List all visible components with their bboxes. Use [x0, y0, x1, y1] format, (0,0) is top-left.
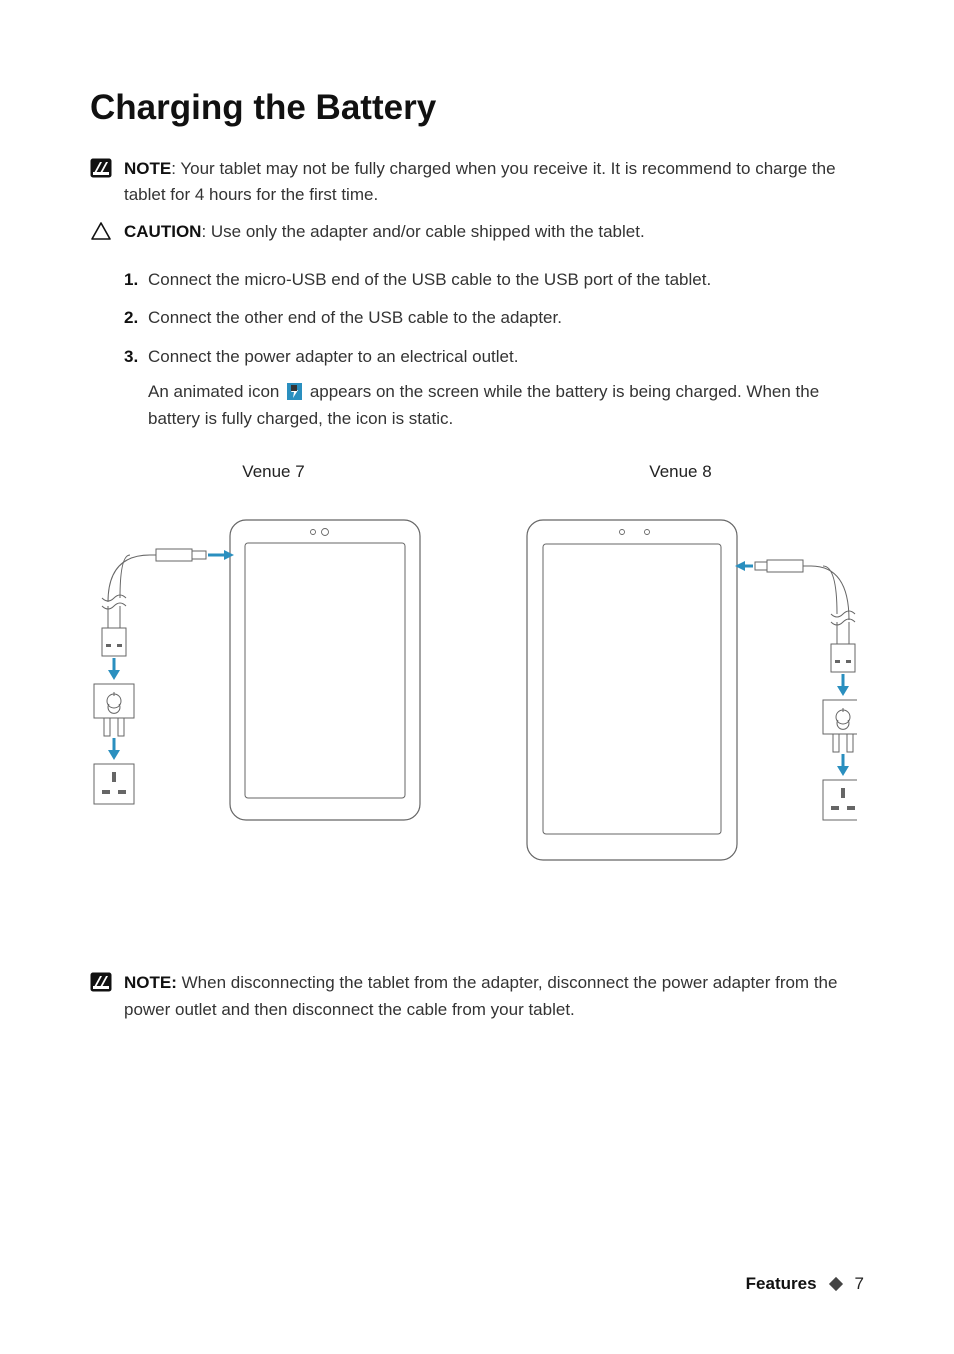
caution-text: CAUTION: Use only the adapter and/or cab… — [124, 219, 864, 245]
step-3: Connect the power adapter to an electric… — [124, 344, 864, 433]
diagram-venue-7: Venue 7 — [90, 462, 457, 870]
step-3-sub-a: An animated icon — [148, 382, 284, 401]
footer-page-number: 7 — [855, 1274, 864, 1294]
note-text: NOTE: Your tablet may not be fully charg… — [124, 156, 864, 209]
note-body: : Your tablet may not be fully charged w… — [124, 159, 836, 204]
diagram-area-left — [90, 510, 457, 870]
note-icon — [90, 156, 124, 178]
step-2: Connect the other end of the USB cable t… — [124, 305, 864, 331]
step-3-text: Connect the power adapter to an electric… — [148, 347, 518, 366]
caution-icon — [90, 219, 124, 241]
note-icon — [90, 970, 124, 992]
caution-callout: CAUTION: Use only the adapter and/or cab… — [90, 219, 864, 245]
page-footer: Features 7 — [746, 1274, 864, 1294]
diagram-venue-8: Venue 8 — [497, 462, 864, 870]
note-callout: NOTE: Your tablet may not be fully charg… — [90, 156, 864, 209]
diagram-label-right: Venue 8 — [649, 462, 711, 482]
note2-text: NOTE: When disconnecting the tablet from… — [124, 970, 864, 1023]
note-callout-2: NOTE: When disconnecting the tablet from… — [90, 970, 864, 1023]
note2-body: When disconnecting the tablet from the a… — [124, 973, 837, 1018]
caution-body: : Use only the adapter and/or cable ship… — [201, 222, 644, 241]
caution-label: CAUTION — [124, 222, 201, 241]
footer-section: Features — [746, 1274, 817, 1294]
diagram-row: Venue 7 — [90, 462, 864, 870]
note-label: NOTE — [124, 159, 171, 178]
step-1: Connect the micro-USB end of the USB cab… — [124, 267, 864, 293]
diagram-label-left: Venue 7 — [242, 462, 304, 482]
steps-list: Connect the micro-USB end of the USB cab… — [124, 267, 864, 432]
charging-icon — [287, 383, 302, 400]
step-3-sub: An animated icon appears on the screen w… — [148, 378, 864, 432]
note2-label: NOTE: — [124, 973, 177, 992]
footer-diamond-icon — [828, 1277, 842, 1291]
page-heading: Charging the Battery — [90, 88, 864, 128]
diagram-area-right — [497, 510, 864, 870]
